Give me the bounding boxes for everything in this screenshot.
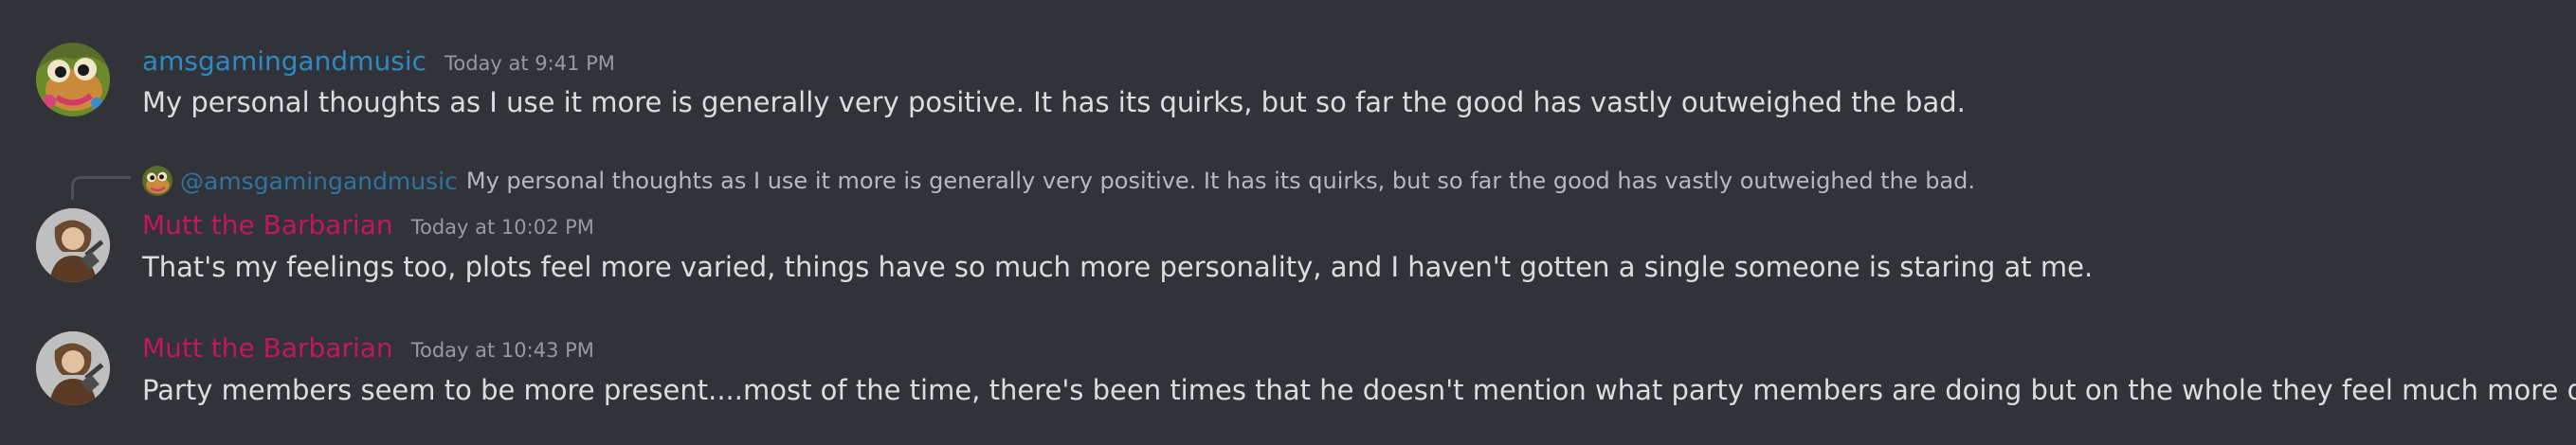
reply-username[interactable]: @amsgamingandmusic	[180, 169, 458, 193]
reply-content: My personal thoughts as I use it more is…	[465, 168, 1976, 194]
message-header: amsgamingandmusic Today at 9:41 PM	[142, 48, 615, 75]
timestamp: Today at 9:41 PM	[444, 52, 615, 75]
reply-connector	[71, 176, 131, 200]
barbarian-avatar-icon[interactable]	[36, 208, 110, 282]
username[interactable]: amsgamingandmusic	[142, 45, 426, 77]
username[interactable]: Mutt the Barbarian	[142, 209, 393, 240]
timestamp: Today at 10:02 PM	[410, 216, 594, 239]
timestamp: Today at 10:43 PM	[410, 339, 594, 362]
message-header: Mutt the Barbarian Today at 10:02 PM	[142, 212, 594, 239]
message-header: Mutt the Barbarian Today at 10:43 PM	[142, 335, 594, 362]
chat-messages: amsgamingandmusic Today at 9:41 PM My pe…	[0, 0, 2576, 445]
message-content: Party members seem to be more present...…	[142, 374, 2576, 406]
message-content: My personal thoughts as I use it more is…	[142, 86, 1966, 118]
frog-avatar-icon	[142, 166, 172, 196]
message-content: That's my feelings too, plots feel more …	[142, 251, 2094, 283]
barbarian-avatar-icon[interactable]	[36, 331, 110, 405]
frog-avatar-icon[interactable]	[36, 43, 110, 116]
reply-preview[interactable]: @amsgamingandmusic My personal thoughts …	[142, 166, 1975, 196]
username[interactable]: Mutt the Barbarian	[142, 332, 393, 364]
